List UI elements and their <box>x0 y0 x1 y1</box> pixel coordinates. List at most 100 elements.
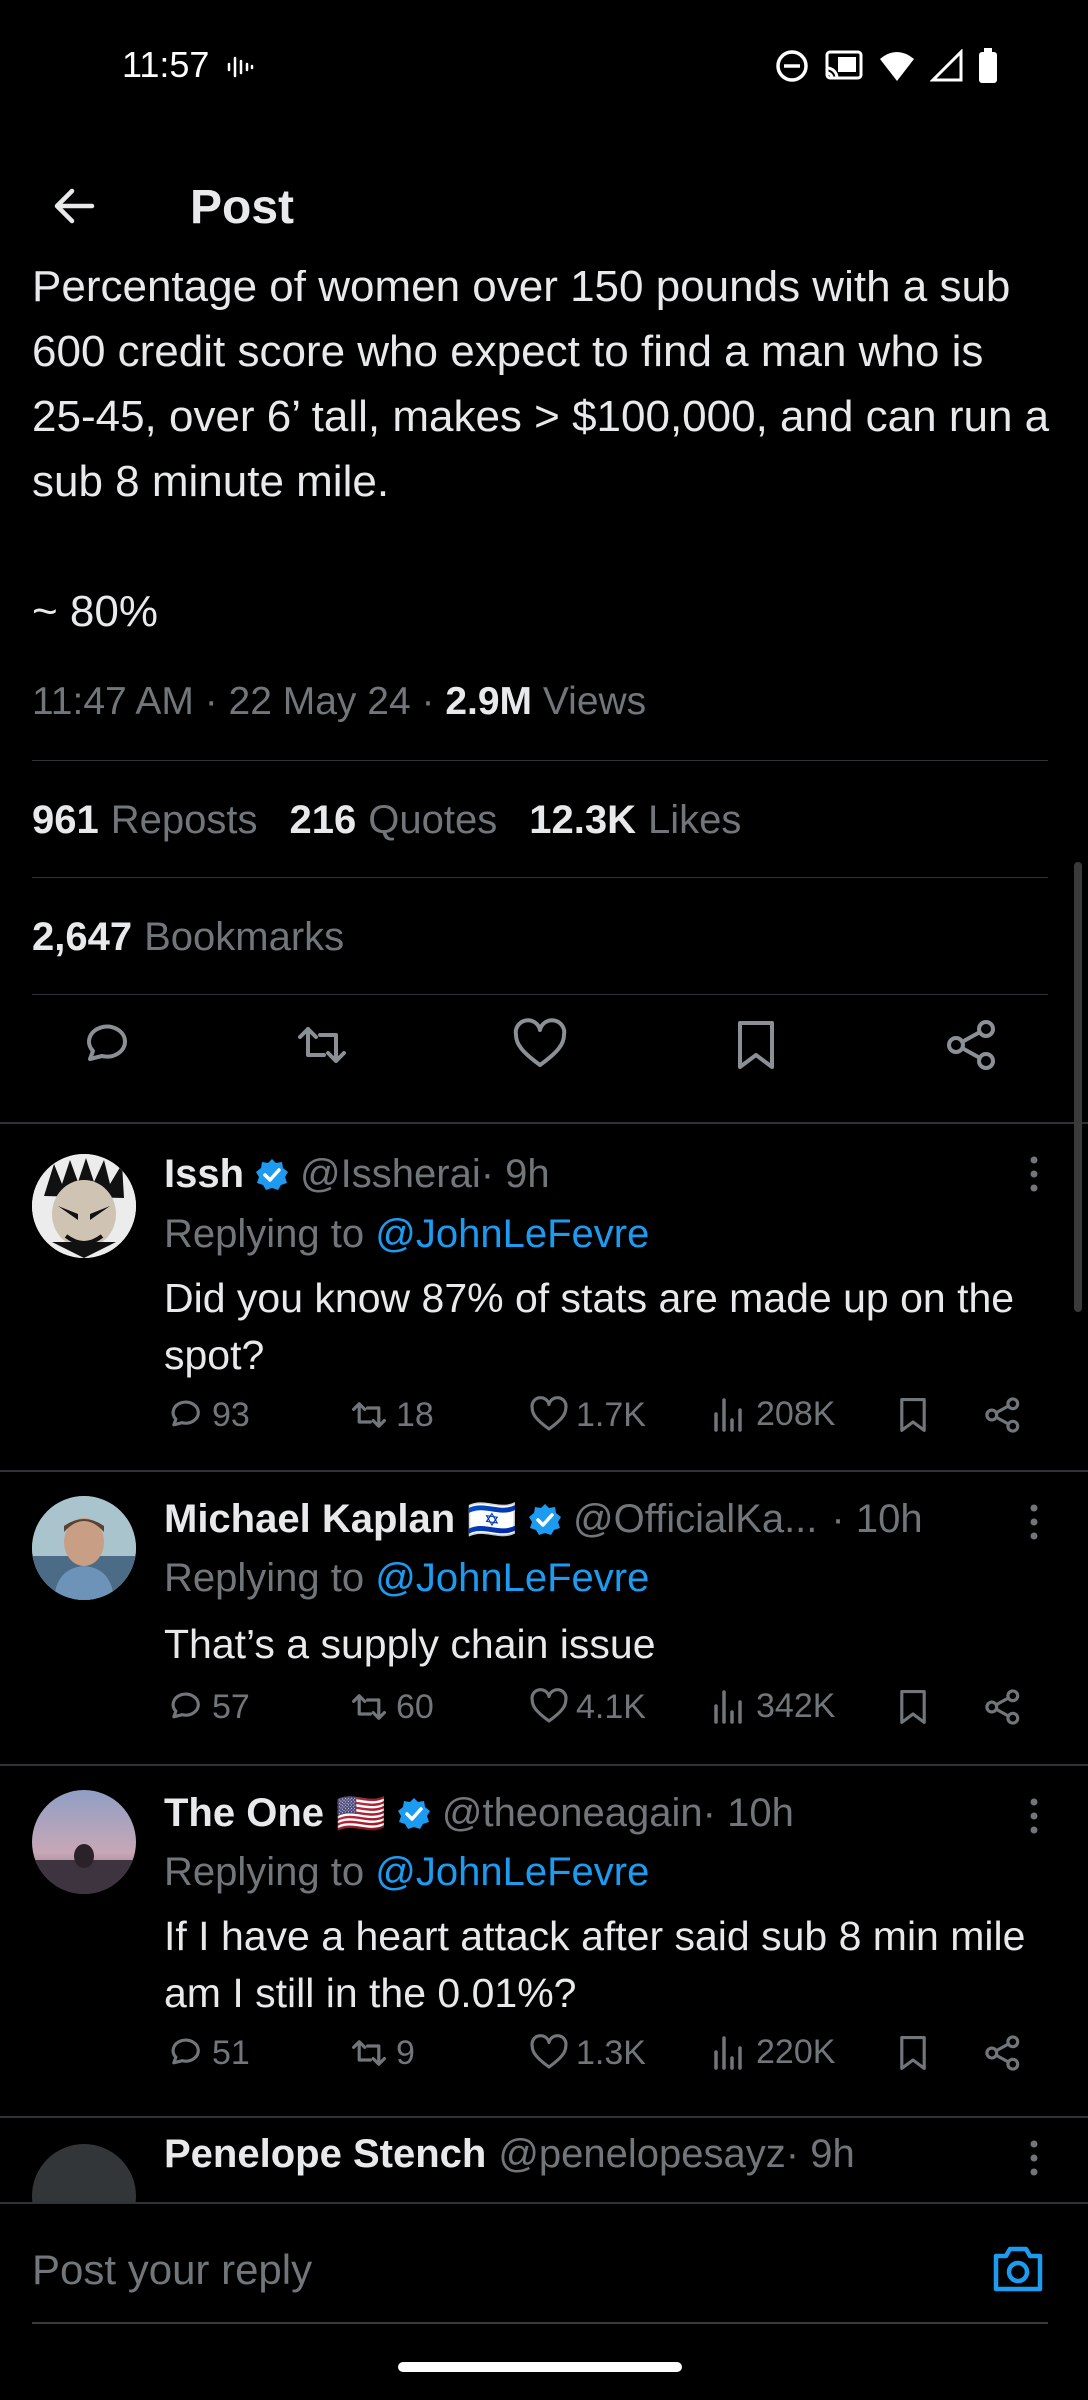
flag-israel: 🇮🇱 <box>467 1498 518 1542</box>
views-count: 342K <box>756 1686 836 1725</box>
reply-input-underline <box>32 2322 1048 2324</box>
views-count: 2.9M <box>445 680 533 723</box>
camera-button[interactable] <box>990 2244 1046 2294</box>
replying-to-link[interactable]: @JohnLeFevre <box>375 1850 649 1894</box>
share-button[interactable] <box>942 1015 1002 1075</box>
reply-icon <box>171 1692 200 1719</box>
reply-time: · 9h <box>785 2132 855 2176</box>
divider <box>32 760 1048 761</box>
repost-count-button[interactable]: 9 <box>348 2032 415 2074</box>
more-options-button[interactable] <box>1028 1502 1040 1542</box>
views-count-button[interactable]: 342K <box>710 1686 835 1726</box>
status-time: 11:57 <box>122 44 210 85</box>
heart-icon <box>513 1018 567 1067</box>
reply-count: 57 <box>212 1687 250 1726</box>
repost-count: 18 <box>396 1395 434 1434</box>
user-handle[interactable]: @OfficialKa... <box>573 1497 817 1542</box>
avatar[interactable] <box>32 1790 136 1894</box>
repost-icon <box>352 2040 386 2066</box>
back-button[interactable] <box>48 180 100 232</box>
likes-stat[interactable]: 12.3K Likes <box>529 798 741 843</box>
share-button[interactable] <box>982 1686 1024 1728</box>
like-button[interactable] <box>510 1015 570 1075</box>
quotes-stat[interactable]: 216 Quotes <box>290 798 498 843</box>
avatar[interactable] <box>32 1154 136 1258</box>
post-thread[interactable]: Percentage of women over 150 pounds with… <box>0 270 1088 2202</box>
views-count-button[interactable]: 208K <box>710 1394 835 1434</box>
more-options-button[interactable] <box>1028 2138 1040 2178</box>
more-options-button[interactable] <box>1028 1796 1040 1836</box>
divider <box>0 1470 1088 1472</box>
user-handle[interactable]: @Issherai <box>300 1152 481 1197</box>
more-options-button[interactable] <box>1028 1154 1040 1194</box>
replying-to: Replying to @JohnLeFevre <box>164 1850 649 1895</box>
replying-to: Replying to @JohnLeFevre <box>164 1212 649 1257</box>
display-name[interactable]: Issh <box>164 1152 244 1197</box>
reply-icon <box>171 1400 200 1427</box>
camera-icon <box>993 2246 1043 2292</box>
scrollbar[interactable] <box>1074 862 1082 1312</box>
avatar-image <box>32 1496 136 1600</box>
display-name[interactable]: Penelope Stench <box>164 2132 486 2177</box>
repost-count-button[interactable]: 60 <box>348 1686 434 1728</box>
audio-wave-icon <box>225 52 255 87</box>
bookmarks-stat[interactable]: 2,647 Bookmarks <box>32 915 344 960</box>
like-count-button[interactable]: 1.7K <box>528 1394 646 1436</box>
divider <box>0 1122 1088 1124</box>
reply-count-button[interactable]: 51 <box>164 2032 250 2074</box>
reply-header: Michael Kaplan 🇮🇱 @OfficialKa... · 10h <box>164 1496 923 1543</box>
more-vertical-icon <box>1030 1156 1038 1192</box>
share-button[interactable] <box>982 2032 1024 2074</box>
avatar[interactable] <box>32 1496 136 1600</box>
divider <box>0 2116 1088 2118</box>
like-count: 1.3K <box>576 2033 646 2072</box>
repost-button[interactable] <box>292 1015 352 1075</box>
bookmark-button[interactable] <box>892 1686 934 1728</box>
views-chart-icon <box>714 2036 742 2070</box>
repost-icon <box>298 1027 346 1063</box>
share-button[interactable] <box>982 1394 1024 1436</box>
wifi-icon <box>880 52 914 81</box>
reply-header: Penelope Stench @penelopesayz · 9h <box>164 2132 855 2177</box>
reposts-label: Reposts <box>110 798 258 842</box>
like-count-button[interactable]: 1.3K <box>528 2032 646 2074</box>
share-icon <box>985 1689 1020 1725</box>
like-count-button[interactable]: 4.1K <box>528 1686 646 1728</box>
avatar[interactable] <box>32 2144 136 2202</box>
reply-button[interactable] <box>76 1015 136 1075</box>
user-handle[interactable]: @penelopesayz <box>498 2132 785 2177</box>
reply-text: That’s a supply chain issue <box>164 1621 656 1667</box>
signal-icon <box>930 49 963 82</box>
bookmark-button[interactable] <box>892 1394 934 1436</box>
repost-count: 9 <box>396 2033 415 2072</box>
display-name[interactable]: The One <box>164 1791 324 1836</box>
home-indicator[interactable] <box>398 2362 682 2372</box>
bookmarks-count: 2,647 <box>32 915 133 959</box>
repost-icon <box>352 1402 386 1428</box>
replying-prefix: Replying to <box>164 1850 376 1894</box>
more-vertical-icon <box>1030 1504 1038 1540</box>
reply-count-button[interactable]: 93 <box>164 1394 250 1436</box>
page-title: Post <box>190 181 295 234</box>
user-handle[interactable]: @theoneagain <box>442 1791 703 1836</box>
bookmark-button[interactable] <box>726 1015 786 1075</box>
repost-count-button[interactable]: 18 <box>348 1394 434 1436</box>
reply-engagement-bar: 57 60 4.1K 342K <box>164 1686 1044 1736</box>
divider <box>32 994 1048 995</box>
bookmark-icon <box>900 2036 926 2070</box>
reposts-count: 961 <box>32 798 99 842</box>
cast-icon <box>825 50 863 80</box>
reply-time: · 10h <box>831 1497 923 1541</box>
reply-input[interactable]: Post your reply <box>32 2246 312 2294</box>
status-bar: 11:57 <box>0 0 1088 135</box>
reply-count-button[interactable]: 57 <box>164 1686 250 1728</box>
heart-icon <box>530 1396 568 1431</box>
bookmark-button[interactable] <box>892 2032 934 2074</box>
display-name[interactable]: Michael Kaplan <box>164 1497 455 1542</box>
likes-label: Likes <box>647 798 742 842</box>
replying-to-link[interactable]: @JohnLeFevre <box>375 1556 649 1600</box>
replying-to-link[interactable]: @JohnLeFevre <box>375 1212 649 1256</box>
views-count-button[interactable]: 220K <box>710 2032 835 2072</box>
reposts-stat[interactable]: 961 Reposts <box>32 798 258 843</box>
verified-badge-icon <box>397 1797 430 1829</box>
